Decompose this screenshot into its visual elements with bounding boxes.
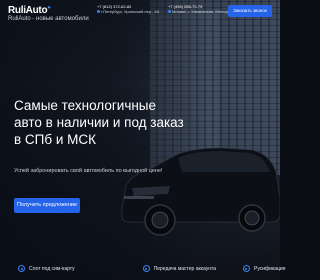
car-image bbox=[121, 147, 280, 236]
feature-label: Русификация bbox=[253, 265, 286, 272]
call-request-button[interactable]: Заказать звонок bbox=[228, 5, 272, 17]
wizard-icon bbox=[142, 265, 150, 272]
feature-item: Русификация bbox=[242, 265, 286, 272]
feature-item: Слот под сим-карту bbox=[18, 265, 75, 272]
address-spb: г.Петербург, Уральский пер., 4А bbox=[97, 9, 159, 14]
get-offer-button[interactable]: Получить предложение bbox=[14, 198, 80, 213]
logo-mark: RuliAuto● bbox=[8, 5, 51, 16]
feature-label: Слот под сим-карту bbox=[29, 265, 75, 272]
hero-title: Самые технологичные авто в наличии и под… bbox=[14, 98, 184, 147]
location-pin-icon bbox=[168, 10, 171, 14]
feature-label: Передача мастер аккаунта bbox=[153, 265, 216, 272]
sim-icon bbox=[18, 265, 25, 272]
site-header: RuliAuto● RuliAuto - новые автомобили +7… bbox=[0, 0, 280, 26]
location-pin-icon bbox=[97, 10, 100, 14]
feature-item: Передача мастер аккаунта bbox=[142, 265, 216, 272]
language-icon bbox=[242, 265, 250, 272]
contact-spb: +7 (812) 372-62-82 г.Петербург, Уральски… bbox=[97, 4, 159, 14]
feature-bar: Слот под сим-карту Передача мастер аккау… bbox=[0, 257, 285, 280]
logo[interactable]: RuliAuto● RuliAuto - новые автомобили bbox=[8, 5, 89, 25]
logo-tagline: RuliAuto - новые автомобили bbox=[8, 16, 89, 22]
hero-subtitle: Успей забронировать свой автомобиль по в… bbox=[14, 168, 163, 174]
